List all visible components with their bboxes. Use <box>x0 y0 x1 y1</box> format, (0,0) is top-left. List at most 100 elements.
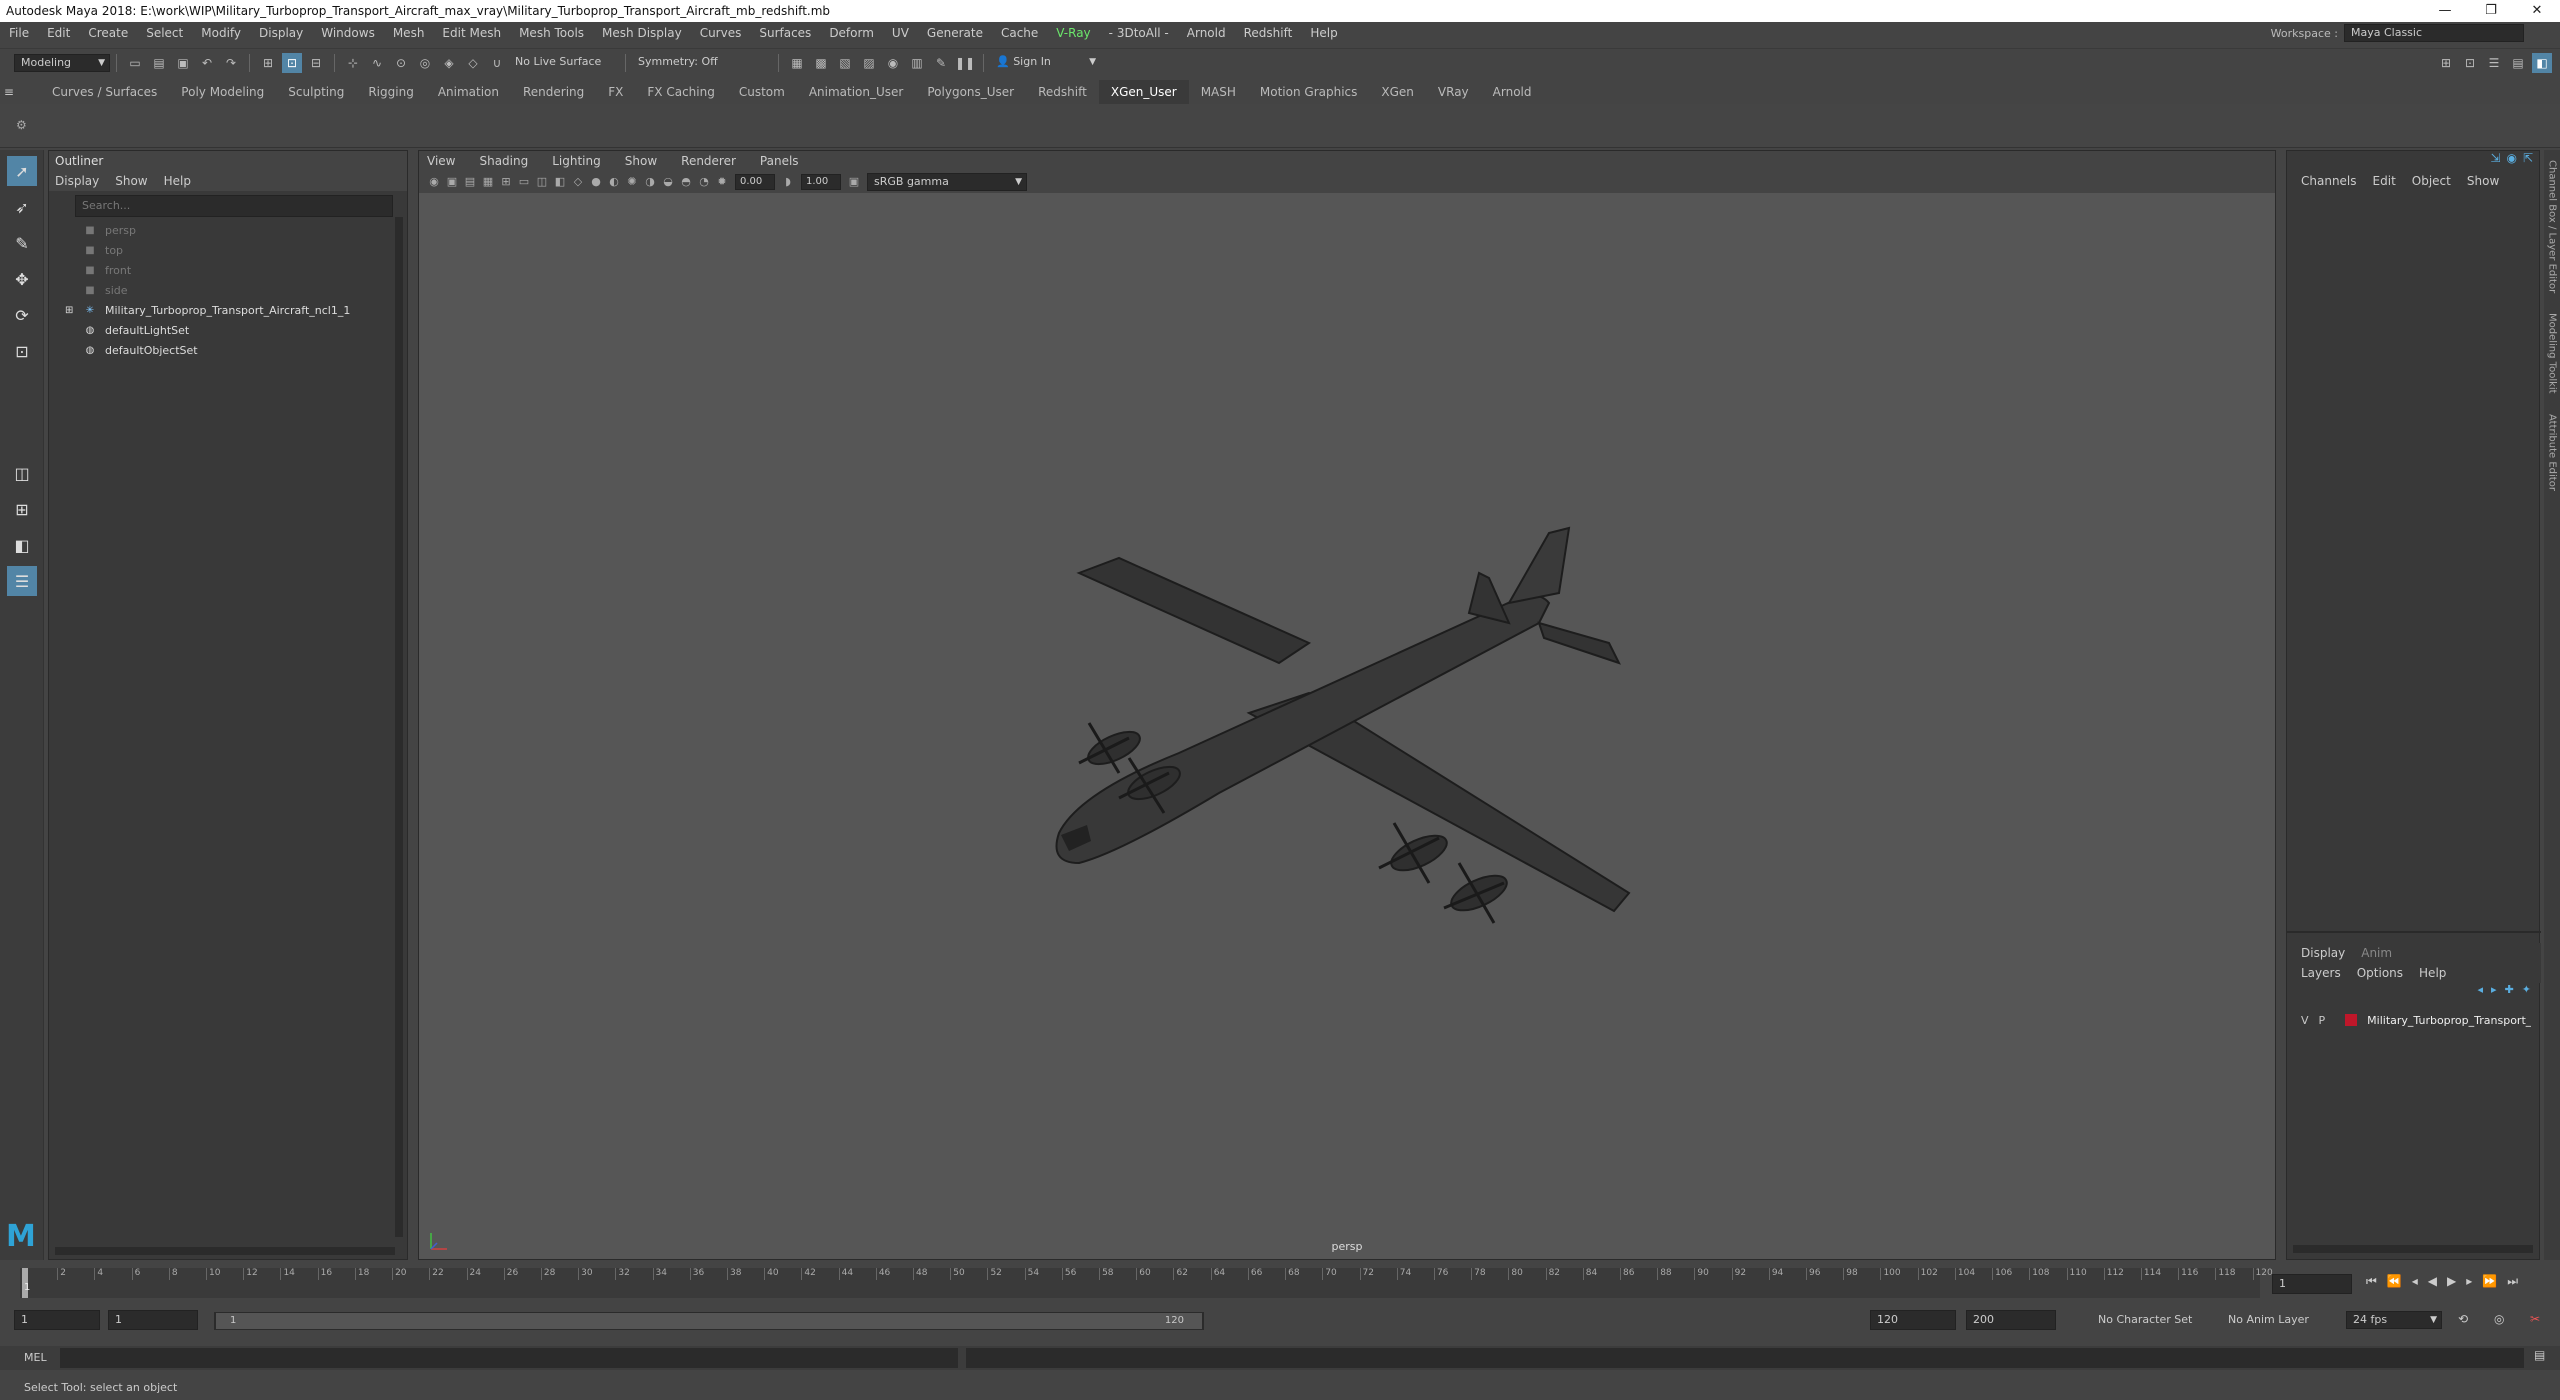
menu-item-mesh-tools[interactable]: Mesh Tools <box>510 22 593 44</box>
menu-item-mesh-display[interactable]: Mesh Display <box>593 22 691 44</box>
menu-item-edit[interactable]: Edit <box>38 22 79 44</box>
smooth-shade-icon[interactable]: ● <box>588 174 604 190</box>
outliner-item[interactable]: ■ side <box>49 281 407 301</box>
menu-item-file[interactable]: File <box>0 22 38 44</box>
shelf-tab-arnold[interactable]: Arnold <box>1481 80 1544 104</box>
render-view-icon[interactable]: ▦ <box>787 53 807 73</box>
anim-prefs-icon[interactable]: ✂ <box>2530 1312 2540 1326</box>
aircraft-model[interactable] <box>419 193 2275 1259</box>
new-layer-selected-icon[interactable]: ✦ <box>2522 983 2531 1005</box>
pin-icon[interactable]: ⇲ <box>2490 151 2500 171</box>
shadows-icon[interactable]: ◑ <box>642 174 658 190</box>
loop-icon[interactable]: ⟲ <box>2458 1312 2468 1326</box>
redo-icon[interactable]: ↷ <box>221 53 241 73</box>
shelf-tab-fx-caching[interactable]: FX Caching <box>635 80 726 104</box>
snap-curve-icon[interactable]: ∿ <box>367 53 387 73</box>
help-icon[interactable]: ◉ <box>2506 151 2516 171</box>
shelf-tab-rendering[interactable]: Rendering <box>511 80 596 104</box>
pause-icon[interactable]: ❚❚ <box>955 53 975 73</box>
mode-dropdown[interactable]: Modeling ▼ <box>14 53 110 72</box>
restore-icon[interactable]: ❐ <box>2468 0 2514 22</box>
command-input[interactable] <box>60 1348 958 1368</box>
toggle-modeling-toolkit-icon[interactable]: ⊞ <box>2436 53 2456 73</box>
layer-hscrollbar[interactable] <box>2293 1245 2533 1253</box>
new-layer-icon[interactable]: ✚ <box>2505 983 2514 1005</box>
undo-icon[interactable]: ↶ <box>197 53 217 73</box>
ipr-render-icon[interactable]: ▧ <box>835 53 855 73</box>
outliner-item[interactable]: ◍ defaultObjectSet <box>49 341 407 361</box>
viewport-menu-lighting[interactable]: Lighting <box>552 151 601 171</box>
paint-select-tool-icon[interactable]: ✎ <box>7 228 37 258</box>
time-slider[interactable]: 2 4 6 8 10 12 14 16 18 20 22 24 26 28 30 32 34 36 38 40 42 44… <box>0 1264 2560 1304</box>
menu-item-cache[interactable]: Cache <box>992 22 1047 44</box>
current-frame-field[interactable]: 1 <box>2272 1274 2352 1294</box>
grid-icon[interactable]: ⊞ <box>498 174 514 190</box>
end-time-field[interactable]: 200 <box>1966 1310 2056 1330</box>
bookmark-icon[interactable]: ▤ <box>462 174 478 190</box>
toggle-tool-settings-icon[interactable]: ☰ <box>2484 53 2504 73</box>
toggle-channel-box-icon[interactable]: ▤ <box>2508 53 2528 73</box>
shelf-tab-curves-surfaces[interactable]: Curves / Surfaces <box>40 80 169 104</box>
isolate-icon[interactable]: ◔ <box>696 174 712 190</box>
select-tool-icon[interactable]: ➚ <box>7 156 37 186</box>
ambient-occlusion-icon[interactable]: ◒ <box>660 174 676 190</box>
move-layer-up-icon[interactable]: ◂ <box>2478 983 2484 1005</box>
layer-menu-help[interactable]: Help <box>2419 963 2446 983</box>
color-space-dropdown[interactable]: sRGB gamma ▼ <box>867 173 1027 191</box>
menu-item-deform[interactable]: Deform <box>820 22 883 44</box>
shelf-tab-animation-user[interactable]: Animation_User <box>797 80 916 104</box>
viewport-menu-show[interactable]: Show <box>625 151 657 171</box>
four-view-icon[interactable]: ⊞ <box>7 494 37 524</box>
menu-item-help[interactable]: Help <box>1301 22 1346 44</box>
shelf-tab-xgen[interactable]: XGen <box>1369 80 1426 104</box>
menu-item-modify[interactable]: Modify <box>192 22 250 44</box>
hypershade-icon[interactable]: ◉ <box>883 53 903 73</box>
shelf-menu-icon[interactable]: ≡ <box>0 85 40 99</box>
channel-box-menu-edit[interactable]: Edit <box>2373 171 2396 191</box>
start-time-field[interactable]: 1 <box>14 1310 100 1330</box>
timeline-track[interactable]: 2 4 6 8 10 12 14 16 18 20 22 24 26 28 30 32 34 36 38 40 42 44… <box>20 1268 2273 1298</box>
symmetry-dropdown[interactable]: Symmetry: Off <box>632 54 772 72</box>
snap-grid-icon[interactable]: ⊹ <box>343 53 363 73</box>
step-forward-frame-icon[interactable]: ▸ <box>2466 1274 2472 1289</box>
camera-select-icon[interactable]: ◉ <box>426 174 442 190</box>
side-tab-channel-box-layer-editor[interactable]: Channel Box / Layer Editor <box>2547 160 2558 293</box>
layer-menu-layers[interactable]: Layers <box>2301 963 2341 983</box>
select-component-icon[interactable]: ⊟ <box>306 53 326 73</box>
channel-box-menu-object[interactable]: Object <box>2412 171 2451 191</box>
menu-item-uv[interactable]: UV <box>883 22 918 44</box>
menu-item-windows[interactable]: Windows <box>312 22 384 44</box>
shelf-tab-sculpting[interactable]: Sculpting <box>276 80 356 104</box>
layer-visibility-toggle[interactable]: V <box>2301 1014 2309 1027</box>
playback-end-field[interactable]: 120 <box>1870 1310 1956 1330</box>
outliner-scrollbar[interactable] <box>395 217 403 1237</box>
step-back-key-icon[interactable]: ⏪ <box>2387 1274 2402 1289</box>
close-icon[interactable]: ✕ <box>2514 0 2560 22</box>
go-to-end-icon[interactable]: ⏭ <box>2507 1274 2518 1289</box>
rotate-tool-icon[interactable]: ⟳ <box>7 300 37 330</box>
outliner-menu-help[interactable]: Help <box>164 171 191 191</box>
shelf-tab-polygons-user[interactable]: Polygons_User <box>915 80 1026 104</box>
textured-icon[interactable]: ◐ <box>606 174 622 190</box>
side-tab-modeling-toolkit[interactable]: Modeling Toolkit <box>2547 313 2558 394</box>
range-bar[interactable]: 1 120 <box>214 1312 1204 1330</box>
menu-item-display[interactable]: Display <box>250 22 312 44</box>
film-gate-icon[interactable]: ▭ <box>516 174 532 190</box>
lasso-tool-icon[interactable]: ➶ <box>7 192 37 222</box>
viewport-menu-view[interactable]: View <box>427 151 455 171</box>
shelf-tab-motion-graphics[interactable]: Motion Graphics <box>1248 80 1370 104</box>
shelf-tab-xgen-user[interactable]: XGen_User <box>1098 80 1189 104</box>
scale-tool-icon[interactable]: ⊡ <box>7 336 37 366</box>
outliner-hscrollbar[interactable] <box>55 1247 395 1255</box>
open-scene-icon[interactable]: ▤ <box>149 53 169 73</box>
shelf-tab-mash[interactable]: MASH <box>1189 80 1248 104</box>
layer-playback-toggle[interactable]: P <box>2319 1014 2326 1027</box>
viewport-menu-renderer[interactable]: Renderer <box>681 151 736 171</box>
snap-point-icon[interactable]: ⊙ <box>391 53 411 73</box>
command-language-label[interactable]: MEL <box>24 1348 47 1368</box>
auto-key-icon[interactable]: ◎ <box>2494 1312 2504 1326</box>
shelf-tab-redshift[interactable]: Redshift <box>1026 80 1099 104</box>
outliner-layout-icon[interactable]: ☰ <box>7 566 37 596</box>
new-scene-icon[interactable]: ▭ <box>125 53 145 73</box>
render-setup-icon[interactable]: ▥ <box>907 53 927 73</box>
